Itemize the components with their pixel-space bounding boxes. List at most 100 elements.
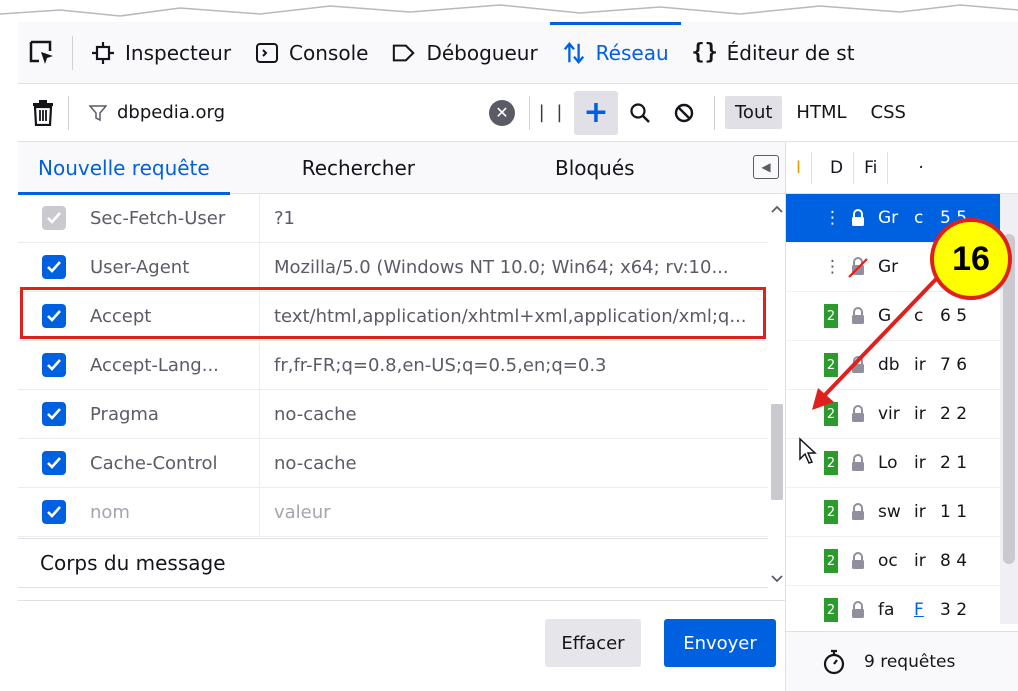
request-row[interactable]: 2 oc ir 8 4 xyxy=(786,537,1018,586)
filter-all[interactable]: Tout xyxy=(725,96,783,129)
header-checkbox[interactable] xyxy=(42,353,66,377)
tab-console-label: Console xyxy=(289,40,369,65)
request-status: ⋮ xyxy=(824,257,841,277)
header-checkbox[interactable] xyxy=(42,500,66,524)
request-name: db xyxy=(878,355,900,375)
request-status: 2 xyxy=(824,549,838,573)
lock-icon xyxy=(838,454,878,472)
tab-new-request[interactable]: Nouvelle requête xyxy=(18,142,230,195)
tab-debugger[interactable]: Débogueur xyxy=(380,22,549,84)
request-size: 8 4 xyxy=(940,551,968,571)
header-checkbox[interactable] xyxy=(42,206,66,230)
header-name[interactable]: Sec-Fetch-User xyxy=(90,194,260,243)
header-name[interactable]: Accept-Lang... xyxy=(90,340,260,390)
new-request-button[interactable]: + xyxy=(574,90,618,135)
tab-search[interactable]: Rechercher xyxy=(282,142,435,194)
stopwatch-icon[interactable] xyxy=(822,649,846,675)
pause-icon[interactable]: | | xyxy=(530,91,574,135)
trash-icon xyxy=(33,99,53,126)
tab-console[interactable]: Console xyxy=(243,22,380,84)
debugger-icon xyxy=(392,41,416,65)
new-header-value-input[interactable]: valeur xyxy=(260,502,768,523)
request-type: c xyxy=(914,306,924,326)
filter-css[interactable]: CSS xyxy=(861,96,916,129)
scrollbar-thumb[interactable] xyxy=(1003,234,1015,564)
request-headers-list: Sec-Fetch-User ?1 User-Agent Mozilla/5.0… xyxy=(18,194,768,538)
request-count: 9 requêtes xyxy=(864,651,956,672)
request-size: 7 6 xyxy=(940,355,968,375)
col-more[interactable]: · xyxy=(908,152,933,184)
message-body-section[interactable]: Corps du message xyxy=(18,538,768,588)
header-checkbox[interactable] xyxy=(42,255,66,279)
block-requests-icon[interactable] xyxy=(662,91,706,135)
clear-button[interactable]: Effacer xyxy=(545,619,641,667)
toolbar-separator xyxy=(72,35,73,70)
header-checkbox[interactable] xyxy=(42,402,66,426)
request-type: c xyxy=(914,208,924,228)
lock-icon xyxy=(838,209,878,227)
request-size: 3 2 xyxy=(940,600,968,620)
request-actions: Effacer Envoyer xyxy=(18,600,786,691)
devtools-toolbar: Inspecteur Console Débogueur Réseau {} É… xyxy=(18,21,1018,84)
request-size: 2 1 xyxy=(940,453,968,473)
network-filter-bar: ✕ | | + Tout HTML CSS xyxy=(18,84,1018,142)
search-icon[interactable] xyxy=(618,91,662,135)
header-value[interactable]: no-cache xyxy=(260,404,768,425)
tab-style-editor[interactable]: {} Éditeur de st xyxy=(681,22,867,84)
header-row: User-Agent Mozilla/5.0 (Windows NT 10.0;… xyxy=(18,242,768,292)
request-name: fa xyxy=(878,600,895,620)
filter-urls-input[interactable] xyxy=(115,101,435,124)
header-value[interactable]: no-cache xyxy=(260,453,768,474)
header-name[interactable]: Pragma xyxy=(90,389,260,439)
request-size: 6 5 xyxy=(940,306,968,326)
collapse-panel-icon[interactable]: ◀ xyxy=(753,155,779,179)
header-row: Sec-Fetch-User ?1 xyxy=(18,194,768,243)
request-row[interactable]: 2 sw ir 1 1 xyxy=(786,488,1018,537)
clear-filter-icon[interactable]: ✕ xyxy=(489,99,515,126)
request-status: 2 xyxy=(824,500,838,524)
header-name[interactable]: Cache-Control xyxy=(90,438,260,488)
request-status: 2 xyxy=(824,402,838,426)
accept-row-highlight xyxy=(20,287,766,339)
request-row[interactable]: 2 vir ir 2 2 xyxy=(786,390,1018,439)
request-row[interactable]: 2 Lo ir 2 1 xyxy=(786,439,1018,488)
col-file[interactable]: Fi xyxy=(854,151,889,184)
inspector-icon xyxy=(91,41,115,65)
new-header-row: nom valeur xyxy=(18,487,768,537)
request-type: ir xyxy=(914,404,926,424)
clear-requests-button[interactable] xyxy=(18,84,68,142)
col-status[interactable]: I xyxy=(786,151,813,184)
request-row[interactable]: 2 G c 6 5 xyxy=(786,292,1018,341)
tab-blocked[interactable]: Bloqués xyxy=(535,142,655,194)
tab-network[interactable]: Réseau xyxy=(549,21,681,84)
scroll-up-icon[interactable] xyxy=(768,200,786,220)
header-value[interactable]: ?1 xyxy=(260,208,768,229)
header-name[interactable]: User-Agent xyxy=(90,242,260,292)
send-button[interactable]: Envoyer xyxy=(664,619,776,667)
torn-edge xyxy=(0,4,1018,17)
request-status: 2 xyxy=(824,451,838,475)
request-name: vir xyxy=(878,404,900,424)
request-row[interactable]: 2 fa F 3 2 xyxy=(786,586,1018,635)
tab-inspector[interactable]: Inspecteur xyxy=(79,22,243,84)
tab-inspector-label: Inspecteur xyxy=(125,40,232,65)
url-filter xyxy=(69,101,489,124)
header-checkbox[interactable] xyxy=(42,451,66,475)
request-type: ir xyxy=(914,551,926,571)
col-domain[interactable]: D xyxy=(820,151,855,184)
console-icon xyxy=(255,41,279,65)
headers-scrollbar[interactable] xyxy=(768,194,786,594)
header-row: Pragma no-cache xyxy=(18,389,768,439)
request-type: ir xyxy=(914,502,926,522)
new-header-name-input[interactable]: nom xyxy=(90,487,260,537)
request-row[interactable]: 2 db ir 7 6 xyxy=(786,341,1018,390)
scrollbar-thumb[interactable] xyxy=(771,404,783,500)
tab-debugger-label: Débogueur xyxy=(426,40,538,65)
element-picker-icon xyxy=(29,40,53,64)
element-picker-button[interactable] xyxy=(18,22,66,84)
scroll-down-icon[interactable] xyxy=(768,568,786,588)
header-value[interactable]: Mozilla/5.0 (Windows NT 10.0; Win64; x64… xyxy=(260,257,768,278)
request-name: G xyxy=(878,306,892,326)
header-value[interactable]: fr,fr-FR;q=0.8,en-US;q=0.5,en;q=0.3 xyxy=(260,355,768,376)
filter-html[interactable]: HTML xyxy=(786,96,856,129)
